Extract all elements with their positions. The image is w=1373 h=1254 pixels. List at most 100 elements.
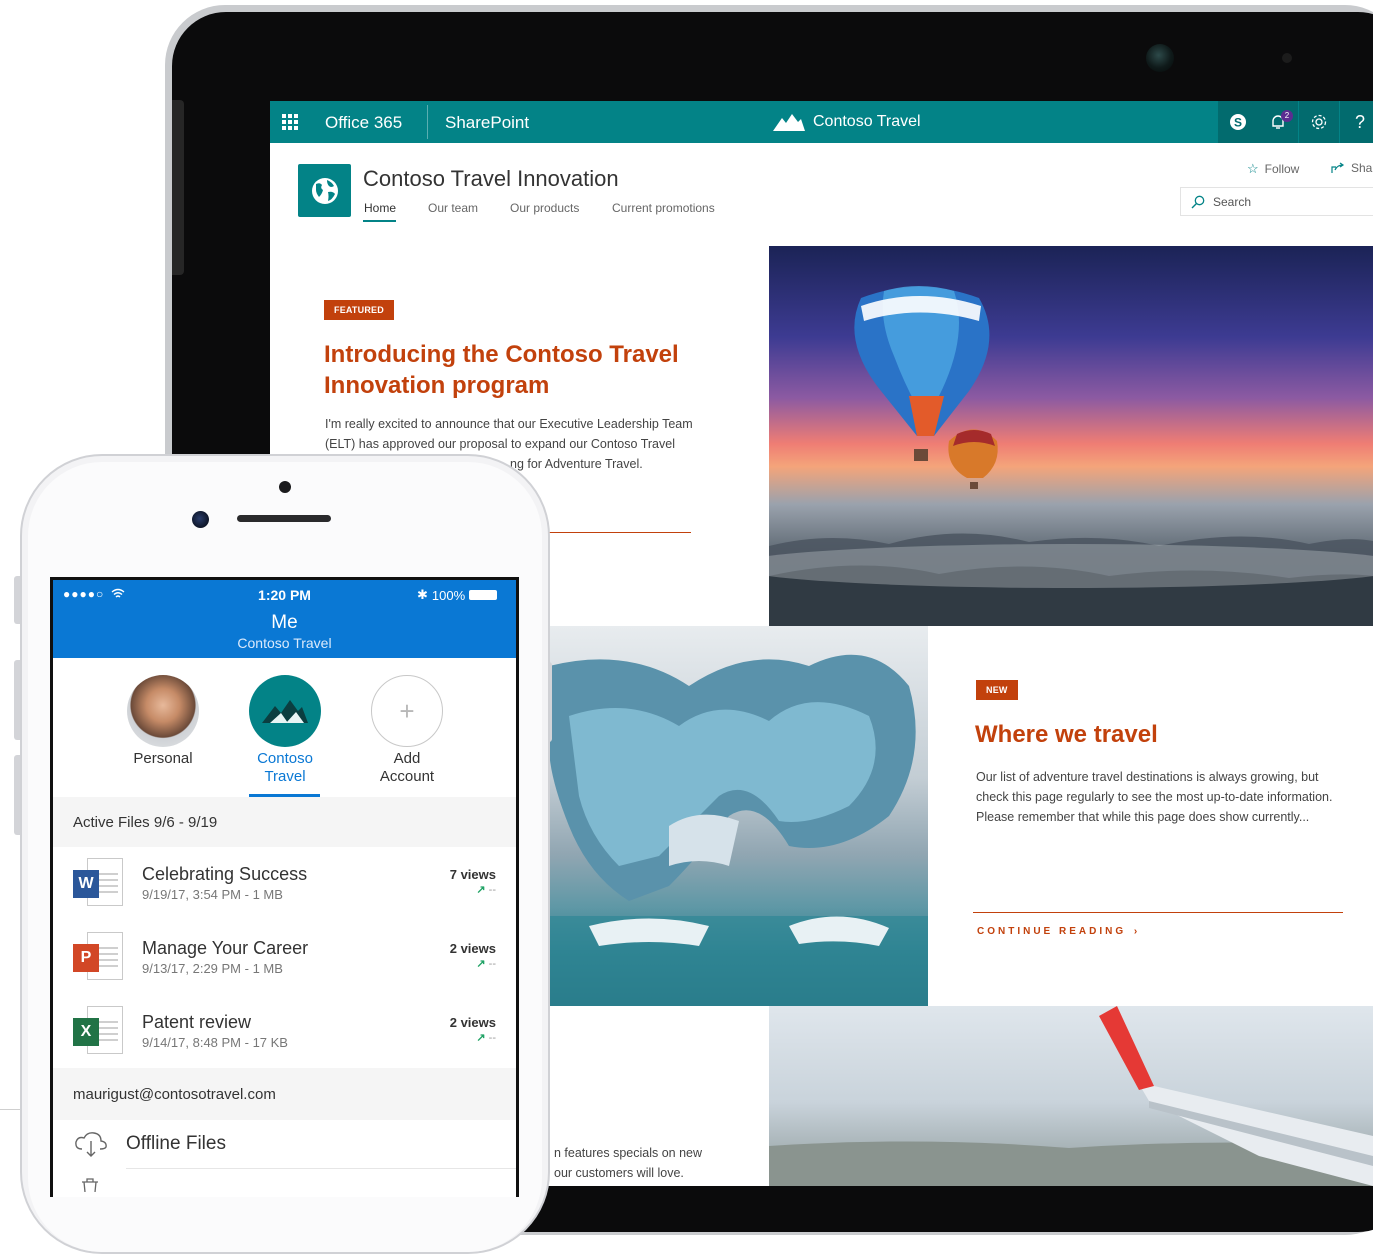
trend-icon: ↗ -- bbox=[476, 884, 496, 896]
phone-earpiece bbox=[237, 515, 331, 522]
file-name: Patent review bbox=[142, 1012, 252, 1032]
onedrive-me-screen: ●●●●○ 1:20 PM ✱ 100% Me Contoso Travel P… bbox=[50, 577, 519, 1197]
account-email-header: maurigust@contosotravel.com bbox=[53, 1068, 516, 1120]
cloud-download-icon bbox=[73, 1130, 109, 1158]
file-name: Manage Your Career bbox=[142, 938, 309, 958]
header-subtitle: Contoso Travel bbox=[237, 635, 332, 651]
gear-icon[interactable] bbox=[1299, 101, 1339, 143]
specials-body-line-1: n features specials on new bbox=[554, 1146, 703, 1160]
file-row[interactable]: W Celebrating Success 9/19/17, 3:54 PM -… bbox=[53, 848, 516, 922]
where-body-line-3: Please remember that while this page doe… bbox=[976, 810, 1310, 824]
skype-icon[interactable]: S bbox=[1218, 101, 1258, 143]
active-files-header: Active Files 9/6 - 9/19 bbox=[53, 797, 516, 847]
nav-our-products[interactable]: Our products bbox=[510, 201, 579, 215]
suite-bar: Office 365 SharePoint Contoso Travel S 2… bbox=[270, 101, 1373, 143]
where-headline[interactable]: Where we travel bbox=[975, 719, 1158, 750]
site-search-box[interactable]: Search bbox=[1180, 187, 1373, 216]
hot-air-balloons-photo[interactable] bbox=[769, 246, 1373, 626]
globe-icon bbox=[311, 177, 338, 204]
battery-icon bbox=[469, 590, 498, 600]
continue-reading-label: CONTINUE READING bbox=[977, 926, 1127, 937]
site-title: Contoso Travel Innovation bbox=[363, 166, 619, 191]
excel-file-icon: X bbox=[73, 1006, 123, 1058]
basket-2 bbox=[970, 482, 978, 489]
header-title: Me bbox=[271, 612, 298, 633]
star-icon: ☆ bbox=[1247, 161, 1259, 176]
mountains-icon bbox=[773, 114, 805, 131]
file-name: Celebrating Success bbox=[142, 864, 308, 884]
search-placeholder: Search bbox=[1213, 194, 1252, 209]
chevron-right-icon: › bbox=[1133, 926, 1141, 937]
featured-headline[interactable]: Introducing the Contoso Travel Innovatio… bbox=[324, 339, 704, 401]
sharepoint-link[interactable]: SharePoint bbox=[445, 113, 529, 133]
bluetooth-icon: ✱ bbox=[417, 587, 428, 602]
powerpoint-file-icon: P bbox=[73, 932, 123, 984]
file-meta: 9/19/17, 3:54 PM - 1 MB bbox=[142, 887, 283, 902]
waffle-icon[interactable] bbox=[282, 114, 298, 130]
continue-reading-link[interactable]: CONTINUE READING › bbox=[977, 926, 1140, 937]
file-views: 7 views bbox=[449, 867, 496, 882]
battery-percent: 100% bbox=[431, 587, 466, 603]
suite-divider bbox=[427, 105, 428, 139]
nav-our-team[interactable]: Our team bbox=[428, 201, 478, 215]
status-right: ✱ 100% bbox=[417, 587, 498, 603]
trend-icon: ↗ -- bbox=[476, 958, 496, 970]
recycle-bin-icon bbox=[79, 1178, 101, 1193]
share-button[interactable]: Shar bbox=[1331, 161, 1373, 175]
notification-badge: 2 bbox=[1281, 110, 1293, 122]
featured-body-line-1: I'm really excited to announce that our … bbox=[325, 417, 693, 431]
word-file-icon: W bbox=[73, 858, 123, 910]
iceberg-photo[interactable] bbox=[549, 626, 928, 1006]
share-label: Shar bbox=[1351, 161, 1373, 175]
add-account-label-2[interactable]: Account bbox=[347, 768, 467, 786]
site-brand[interactable]: Contoso Travel bbox=[773, 101, 921, 143]
search-icon bbox=[1191, 195, 1205, 208]
specials-body-line-2: our customers will love. bbox=[554, 1166, 684, 1180]
basket-1 bbox=[914, 449, 928, 461]
file-views: 2 views bbox=[449, 941, 496, 956]
offline-files-item[interactable]: Offline Files bbox=[126, 1133, 226, 1155]
mountains-icon bbox=[262, 700, 308, 723]
where-body-line-1: Our list of adventure travel destination… bbox=[976, 770, 1319, 784]
featured-tag: FEATURED bbox=[324, 300, 394, 320]
phone-header: ●●●●○ 1:20 PM ✱ 100% Me Contoso Travel bbox=[53, 580, 516, 658]
site-brand-label: Contoso Travel bbox=[813, 113, 921, 130]
nav-home[interactable]: Home bbox=[364, 201, 396, 215]
featured-body-line-2: (ELT) has approved our proposal to expan… bbox=[325, 437, 675, 451]
add-account-button[interactable]: + bbox=[371, 675, 443, 747]
contoso-account-avatar[interactable] bbox=[249, 675, 321, 747]
personal-avatar[interactable] bbox=[127, 675, 199, 747]
phone-proximity-sensor bbox=[279, 481, 291, 493]
file-views: 2 views bbox=[449, 1015, 496, 1030]
menu-divider bbox=[126, 1168, 516, 1169]
airplane-wing-photo[interactable] bbox=[769, 1006, 1373, 1186]
tablet-edge bbox=[172, 100, 184, 275]
phone-front-camera bbox=[192, 511, 209, 528]
svg-text:S: S bbox=[1234, 116, 1242, 130]
nav-active-indicator bbox=[363, 220, 396, 222]
account-contoso-label-1[interactable]: Contoso bbox=[225, 750, 345, 768]
featured-body-line-3: ng for Adventure Travel. bbox=[510, 457, 643, 471]
help-icon[interactable]: ? bbox=[1340, 101, 1373, 143]
plus-icon: + bbox=[399, 695, 415, 726]
file-meta: 9/14/17, 8:48 PM - 17 KB bbox=[142, 1035, 288, 1050]
account-personal-label[interactable]: Personal bbox=[103, 750, 223, 768]
file-row[interactable]: X Patent review 9/14/17, 8:48 PM - 17 KB… bbox=[53, 996, 516, 1070]
share-icon bbox=[1331, 162, 1345, 173]
account-contoso-label-2[interactable]: Travel bbox=[225, 768, 345, 786]
add-account-label-1[interactable]: Add bbox=[347, 750, 467, 768]
follow-button[interactable]: ☆ Follow bbox=[1247, 161, 1299, 177]
new-tag: NEW bbox=[976, 680, 1018, 700]
site-logo[interactable] bbox=[298, 164, 351, 217]
tablet-sensor bbox=[1282, 53, 1292, 63]
nav-current-promotions[interactable]: Current promotions bbox=[612, 201, 715, 215]
bell-icon[interactable]: 2 bbox=[1258, 101, 1298, 143]
office365-link[interactable]: Office 365 bbox=[325, 113, 402, 133]
tablet-camera bbox=[1146, 44, 1174, 72]
file-meta: 9/13/17, 2:29 PM - 1 MB bbox=[142, 961, 283, 976]
where-rule bbox=[973, 912, 1343, 913]
where-body-line-2: check this page regularly to see the mos… bbox=[976, 790, 1333, 804]
trend-icon: ↗ -- bbox=[476, 1032, 496, 1044]
file-row[interactable]: P Manage Your Career 9/13/17, 2:29 PM - … bbox=[53, 922, 516, 996]
follow-label: Follow bbox=[1264, 162, 1300, 176]
